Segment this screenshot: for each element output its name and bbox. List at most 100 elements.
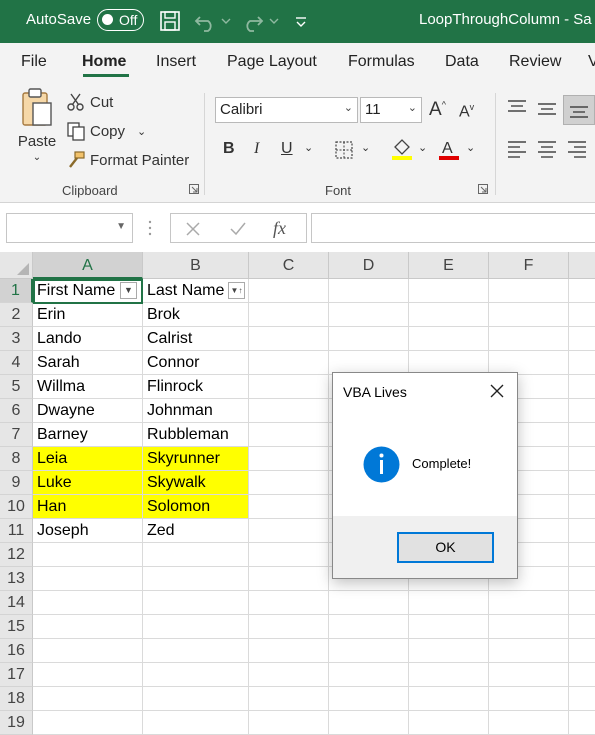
underline-dropdown-icon[interactable]: ⌄ (304, 141, 313, 154)
cell-c16[interactable] (249, 639, 329, 663)
cell-b17[interactable] (143, 663, 249, 687)
cell-partial[interactable] (569, 279, 595, 303)
column-header-b[interactable]: B (143, 252, 249, 279)
borders-icon[interactable] (334, 140, 354, 160)
cell-b11[interactable]: Zed (143, 519, 249, 543)
row-header-9[interactable]: 9 (0, 471, 33, 495)
name-box-dropdown-icon[interactable]: ▼ (116, 221, 126, 232)
column-header-c[interactable]: C (249, 252, 329, 279)
cell-e3[interactable] (409, 327, 489, 351)
bold-button[interactable]: B (223, 140, 235, 158)
cell-c3[interactable] (249, 327, 329, 351)
font-name-combo[interactable]: Calibri ⌄ (215, 97, 358, 123)
copy-button[interactable]: Copy ⌄ (66, 121, 146, 141)
font-color-dropdown-icon[interactable]: ⌄ (466, 141, 475, 154)
tab-home[interactable]: Home (82, 53, 126, 71)
cell-d14[interactable] (329, 591, 409, 615)
column-header-a[interactable]: A (33, 252, 143, 279)
tab-view[interactable]: V (588, 53, 595, 71)
cell-partial[interactable] (569, 423, 595, 447)
tab-data[interactable]: Data (445, 53, 479, 71)
cell-b2[interactable]: Brok (143, 303, 249, 327)
cell-partial[interactable] (569, 519, 595, 543)
row-header-16[interactable]: 16 (0, 639, 33, 663)
row-header-10[interactable]: 10 (0, 495, 33, 519)
column-header-e[interactable]: E (409, 252, 489, 279)
insert-function-icon[interactable]: fx (273, 218, 286, 239)
cell-partial[interactable] (569, 303, 595, 327)
align-bottom-button[interactable] (563, 95, 595, 125)
font-color-icon[interactable]: A (438, 137, 460, 161)
cell-b6[interactable]: Johnman (143, 399, 249, 423)
cell-partial[interactable] (569, 615, 595, 639)
font-size-dropdown-icon[interactable]: ⌄ (408, 101, 417, 114)
clipboard-launcher-icon[interactable] (189, 184, 199, 194)
cell-b3[interactable]: Calrist (143, 327, 249, 351)
row-header-13[interactable]: 13 (0, 567, 33, 591)
row-header-17[interactable]: 17 (0, 663, 33, 687)
cell-a10[interactable]: Han (33, 495, 143, 519)
cell-a15[interactable] (33, 615, 143, 639)
cell-partial[interactable] (569, 399, 595, 423)
row-header-14[interactable]: 14 (0, 591, 33, 615)
cell-f17[interactable] (489, 663, 569, 687)
cell-e1[interactable] (409, 279, 489, 303)
sort-ascending-filter-icon[interactable]: ▼↑ (228, 282, 245, 299)
cell-e17[interactable] (409, 663, 489, 687)
cancel-entry-icon[interactable] (185, 221, 201, 237)
cell-partial[interactable] (569, 351, 595, 375)
row-header-12[interactable]: 12 (0, 543, 33, 567)
cell-a2[interactable]: Erin (33, 303, 143, 327)
cell-a14[interactable] (33, 591, 143, 615)
paste-button[interactable]: Paste ⌄ (14, 87, 60, 163)
redo-dropdown-icon[interactable] (268, 9, 280, 33)
cell-d15[interactable] (329, 615, 409, 639)
cell-a5[interactable]: Willma (33, 375, 143, 399)
cell-a11[interactable]: Joseph (33, 519, 143, 543)
align-right-icon[interactable] (567, 140, 587, 158)
customize-qat-icon[interactable] (294, 9, 308, 33)
cell-partial[interactable] (569, 447, 595, 471)
cell-c10[interactable] (249, 495, 329, 519)
cell-f14[interactable] (489, 591, 569, 615)
format-painter-button[interactable]: Format Painter (66, 150, 189, 170)
cell-a7[interactable]: Barney (33, 423, 143, 447)
cell-b14[interactable] (143, 591, 249, 615)
cell-f15[interactable] (489, 615, 569, 639)
cell-c18[interactable] (249, 687, 329, 711)
cell-d18[interactable] (329, 687, 409, 711)
row-header-11[interactable]: 11 (0, 519, 33, 543)
cell-partial[interactable] (569, 495, 595, 519)
cell-f19[interactable] (489, 711, 569, 735)
fill-color-dropdown-icon[interactable]: ⌄ (418, 141, 427, 154)
cell-c15[interactable] (249, 615, 329, 639)
undo-icon[interactable] (194, 9, 216, 33)
row-header-2[interactable]: 2 (0, 303, 33, 327)
cell-c2[interactable] (249, 303, 329, 327)
copy-dropdown-icon[interactable]: ⌄ (137, 125, 146, 138)
cell-f18[interactable] (489, 687, 569, 711)
font-name-dropdown-icon[interactable]: ⌄ (344, 101, 353, 114)
close-icon[interactable] (488, 382, 506, 400)
cell-b8[interactable]: Skyrunner (143, 447, 249, 471)
tab-insert[interactable]: Insert (156, 53, 196, 71)
formula-input[interactable] (311, 213, 595, 243)
cell-b10[interactable]: Solomon (143, 495, 249, 519)
cell-b13[interactable] (143, 567, 249, 591)
cell-b19[interactable] (143, 711, 249, 735)
cell-e2[interactable] (409, 303, 489, 327)
cell-c11[interactable] (249, 519, 329, 543)
cell-partial[interactable] (569, 375, 595, 399)
row-header-7[interactable]: 7 (0, 423, 33, 447)
row-header-15[interactable]: 15 (0, 615, 33, 639)
filter-dropdown-icon[interactable]: ▼ (120, 282, 137, 299)
fill-color-icon[interactable] (391, 137, 413, 161)
borders-dropdown-icon[interactable]: ⌄ (361, 141, 370, 154)
cell-b5[interactable]: Flinrock (143, 375, 249, 399)
row-header-3[interactable]: 3 (0, 327, 33, 351)
align-middle-icon[interactable] (537, 101, 557, 119)
cell-partial[interactable] (569, 711, 595, 735)
cell-d1[interactable] (329, 279, 409, 303)
cell-f16[interactable] (489, 639, 569, 663)
tab-file[interactable]: File (21, 53, 47, 71)
